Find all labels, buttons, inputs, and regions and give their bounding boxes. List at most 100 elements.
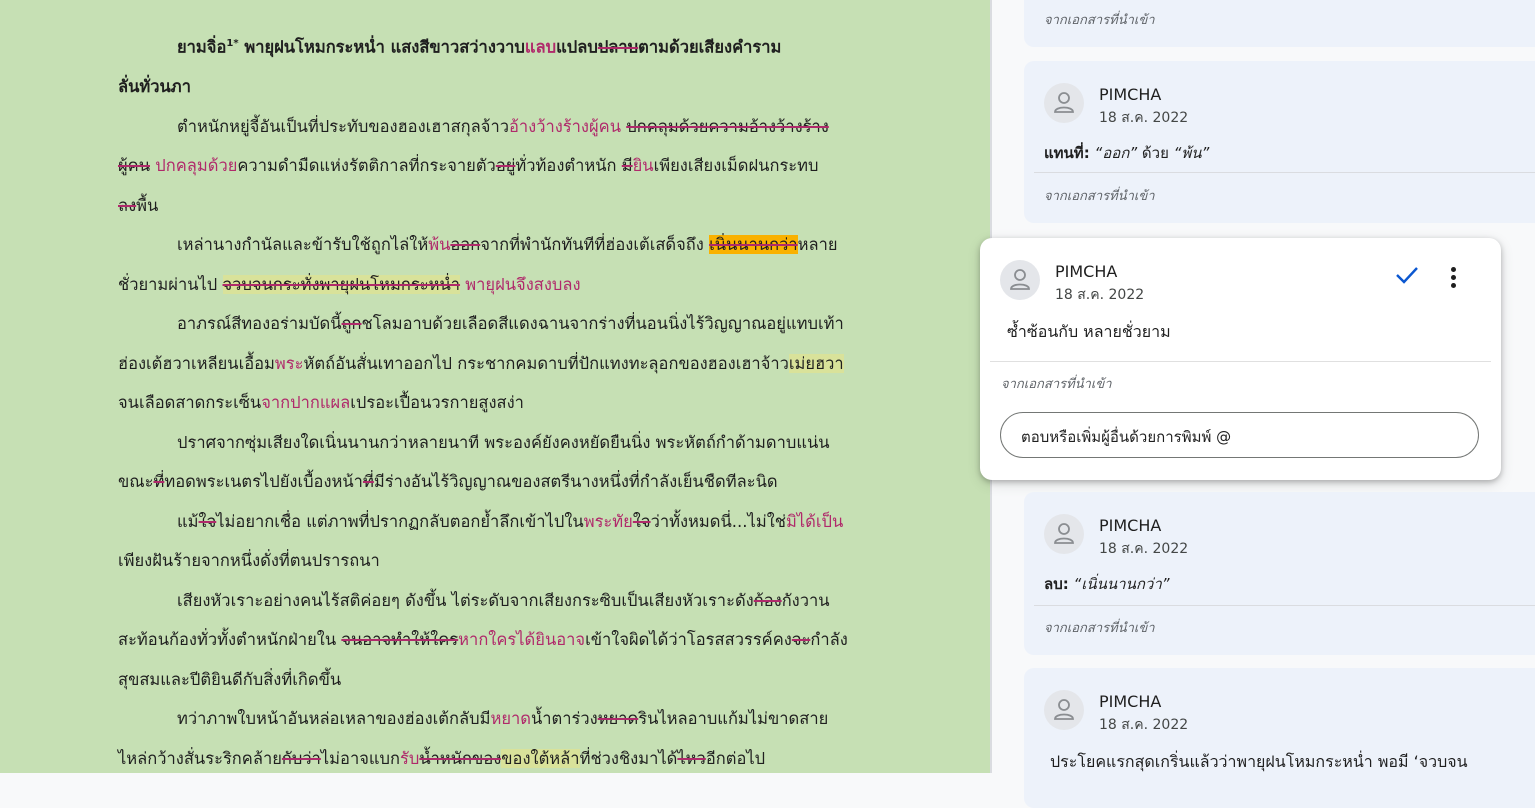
comment-card-2[interactable]: PIMCHA 18 ส.ค. 2022 แทนที่: “ออก” ด้วย “… bbox=[1024, 61, 1535, 223]
active-comment-card[interactable]: PIMCHA 18 ส.ค. 2022 ซ้ำซ้อนกับ หลายชั่วย… bbox=[980, 238, 1501, 480]
suggested-insertion: ยิน bbox=[632, 156, 654, 175]
comment-card-1[interactable]: จากเอกสารที่นำเข้า bbox=[1024, 0, 1535, 47]
suggested-deletion: มี bbox=[621, 156, 633, 175]
text-run: พื้น bbox=[136, 195, 159, 215]
text-run: เข้าใจผิดได้ว่าโอรสสวรรค์คง bbox=[585, 630, 792, 649]
text-run: กำลัง bbox=[810, 630, 848, 649]
suggested-insertion: หากใครได้ยินอาจ bbox=[458, 630, 586, 649]
text-run: เพียงฝันร้ายจากหนึ่งดั่งที่ตนปรารถนา bbox=[118, 551, 380, 570]
text-run: เปรอะเปื้อนวรกายสูงสง่า bbox=[350, 393, 524, 412]
text-run: ตำหนักหยู่จี้อันเป็นที่ประทับของฮองเฮาสก… bbox=[177, 116, 509, 136]
suggested-deletion: หยาด bbox=[597, 709, 639, 728]
comment-date: 18 ส.ค. 2022 bbox=[1055, 287, 1145, 303]
suggested-deletion: ที่ bbox=[153, 472, 165, 491]
document-content[interactable]: ยามจิ่อ1* พายุฝนโหมกระหน่ำ แสงสีขาวสว่าง… bbox=[118, 24, 878, 773]
text-run: ที่ช่วงชิงมาได้ bbox=[579, 748, 678, 768]
suggested-deletion: ก้อง bbox=[753, 590, 782, 610]
suggested-insertion: อ้างว้างร้างผู้คน bbox=[508, 116, 621, 136]
document-line[interactable]: อาภรณ์สีทองอร่ามบัดนี้ถูกชโลมอาบด้วยเลือ… bbox=[118, 304, 878, 344]
suggestion-new: “พ้น” bbox=[1173, 144, 1210, 162]
document-line[interactable]: ผู้คน ปกคลุมด้วยความดำมืดแห่งรัตติกาลที่… bbox=[118, 146, 878, 186]
comment-text: ประโยคแรกสุดเกริ่นแล้วว่าพายุฝนโหมกระหน่… bbox=[1050, 752, 1468, 771]
text-run: มีร่างอันไร้วิญญาณของสตรีนางหนึ่งที่กำลั… bbox=[373, 472, 778, 491]
text-run: หัตถ์อันสั่นเทาออกไป กระชากคมดาบที่ปักแท… bbox=[303, 353, 789, 373]
suggestion-value: “เนิ่นนานกว่า” bbox=[1073, 575, 1170, 593]
document-line[interactable]: ปราศจากซุ่มเสียงใดเนิ่นนานกว่าหลายนาที พ… bbox=[118, 423, 878, 463]
reply-input[interactable]: ตอบหรือเพิ่มผู้อื่นด้วยการพิมพ์ @ bbox=[1000, 412, 1479, 458]
comment-date: 18 ส.ค. 2022 bbox=[1099, 110, 1189, 126]
person-icon bbox=[1054, 92, 1074, 113]
document-line[interactable]: สุขสมและปีติยินดีกับสิ่งที่เกิดขึ้น bbox=[118, 660, 878, 700]
suggestion-label: แทนที่: bbox=[1044, 144, 1090, 162]
text-run: สุขสมและปีติยินดีกับสิ่งที่เกิดขึ้น bbox=[118, 669, 342, 689]
comment-source: จากเอกสารที่นำเข้า bbox=[1044, 13, 1155, 28]
suggested-insertion: พ้น bbox=[428, 235, 451, 254]
suggested-deletion: น้ำหนักของ bbox=[419, 748, 502, 768]
document-line[interactable]: เหล่านางกำนัลและข้ารับใช้ถูกไล่ให้พ้นออก… bbox=[118, 225, 878, 265]
suggested-deletion: ปกคลุมด้วยความอ้างว้างร้าง bbox=[626, 116, 829, 136]
comment-date: 18 ส.ค. 2022 bbox=[1099, 541, 1189, 557]
comment-author: PIMCHA bbox=[1099, 85, 1162, 104]
document-line[interactable]: ทว่าภาพใบหน้าอันหล่อเหลาของฮ่องเต้กลับมี… bbox=[118, 699, 878, 739]
comment-source: จากเอกสารที่นำเข้า bbox=[1001, 377, 1112, 392]
suggested-deletion: ที่ bbox=[362, 472, 374, 491]
text-run: เหล่านางกำนัลและข้ารับใช้ถูกไล่ให้ bbox=[177, 235, 429, 254]
suggested-deletion: อยู่ bbox=[495, 156, 516, 175]
text-run: อีกต่อไป bbox=[705, 748, 766, 768]
text-run: ทั่วท้องตำหนัก bbox=[515, 156, 622, 175]
document-line[interactable]: ยามจิ่อ1* พายุฝนโหมกระหน่ำ แสงสีขาวสว่าง… bbox=[118, 24, 878, 67]
highlighted-text: เม่ยฮวา bbox=[788, 353, 844, 373]
text-run: หลาย bbox=[797, 235, 838, 254]
suggested-deletion: เนิ่นนานกว่า bbox=[709, 235, 798, 254]
document-line[interactable]: ไหล่กว้างสั่นระริกคล้ายกับว่าไม่อาจแบกรั… bbox=[118, 739, 878, 774]
suggested-deletion: ไหว bbox=[677, 748, 706, 768]
footnote-marker: 1* bbox=[226, 38, 239, 49]
document-line[interactable]: ฮ่องเต้ฮวาเหลียนเอื้อมพระหัตถ์อันสั่นเทา… bbox=[118, 344, 878, 384]
divider bbox=[990, 361, 1491, 362]
document-line[interactable]: เพียงฝันร้ายจากหนึ่งดั่งที่ตนปรารถนา bbox=[118, 541, 878, 581]
document-line[interactable]: จนเลือดสาดกระเซ็นจากปากแผลเปรอะเปื้อนวรก… bbox=[118, 383, 878, 423]
comment-text: ซ้ำซ้อนกับ หลายชั่วยาม bbox=[1007, 322, 1171, 341]
suggestion-delete: ลบ: “เนิ่นนานกว่า” bbox=[1044, 572, 1170, 596]
comment-card-5[interactable]: PIMCHA 18 ส.ค. 2022 ประโยคแรกสุดเกริ่นแล… bbox=[1024, 668, 1535, 808]
suggested-deletion: จวบจนกระทั่งพายุฝนโหมกระหน่ำ bbox=[222, 274, 461, 294]
text-run: ทอดพระเนตรไปยังเบื้องหน้า bbox=[164, 472, 363, 491]
comment-author: PIMCHA bbox=[1055, 262, 1118, 281]
suggested-deletion: ผู้คน bbox=[118, 156, 150, 175]
text-run: ลั่นทั่วนภา bbox=[118, 77, 191, 96]
text-run: สะท้อนก้องทั่วทั้งตำหนักฝ่ายใน bbox=[118, 630, 342, 649]
text-run: กลับมี bbox=[449, 709, 491, 728]
suggested-insertion: แลบ bbox=[524, 37, 557, 57]
text-run: ชโลมอาบด้วยเลือดสีแดงฉานจากร่างที่นอนนิ่… bbox=[361, 314, 844, 333]
document-line[interactable]: เสียงหัวเราะอย่างคนไร้สติค่อยๆ ดังขึ้น ไ… bbox=[118, 581, 878, 621]
text-run: อาภรณ์สีทองอร่ามบัดนี้ bbox=[177, 314, 342, 333]
suggested-deletion: ใจ bbox=[632, 511, 651, 531]
check-icon bbox=[1396, 267, 1418, 284]
text-run: เสียงหัวเราะอย่างคนไร้สติค่อยๆ ดังขึ้น ไ… bbox=[177, 590, 754, 610]
comment-source: จากเอกสารที่นำเข้า bbox=[1044, 189, 1155, 204]
resolve-button[interactable] bbox=[1395, 265, 1419, 289]
text-run: ทว่าภาพใบหน้าอันหล่อเหลาของฮ่องเต้ bbox=[177, 709, 449, 728]
comment-card-4[interactable]: PIMCHA 18 ส.ค. 2022 ลบ: “เนิ่นนานกว่า” จ… bbox=[1024, 492, 1535, 655]
text-run: แปลบ bbox=[556, 37, 598, 57]
comment-author: PIMCHA bbox=[1099, 692, 1162, 711]
avatar bbox=[1044, 514, 1084, 554]
suggestion-label: ลบ: bbox=[1044, 575, 1069, 593]
suggested-deletion: จะ bbox=[791, 630, 811, 649]
document-line[interactable]: ชั่วยามผ่านไป จวบจนกระทั่งพายุฝนโหมกระหน… bbox=[118, 265, 878, 305]
document-page[interactable]: ยามจิ่อ1* พายุฝนโหมกระหน่ำ แสงสีขาวสว่าง… bbox=[0, 0, 990, 773]
more-options-button[interactable] bbox=[1450, 267, 1458, 291]
document-line[interactable]: ลงพื้น bbox=[118, 186, 878, 226]
text-run: ตามด้วยเสียงคำราม bbox=[638, 37, 782, 57]
person-icon bbox=[1010, 269, 1030, 290]
suggested-deletion: ใจ bbox=[198, 511, 217, 531]
text-run: ว่าทั้งหมดนี่...ไม่ใช่ bbox=[650, 511, 786, 531]
document-line[interactable]: สะท้อนก้องทั่วทั้งตำหนักฝ่ายใน จนอาจทำให… bbox=[118, 620, 878, 660]
document-line[interactable]: แม้ใจไม่อยากเชื่อ แต่ภาพที่ปรากฏกลับตอกย… bbox=[118, 502, 878, 542]
comment-source: จากเอกสารที่นำเข้า bbox=[1044, 621, 1155, 636]
suggested-deletion: จนอาจทำให้ใคร bbox=[341, 630, 459, 649]
avatar bbox=[1000, 260, 1040, 300]
document-line[interactable]: ตำหนักหยู่จี้อันเป็นที่ประทับของฮองเฮาสก… bbox=[118, 107, 878, 147]
document-line[interactable]: ขณะที่ทอดพระเนตรไปยังเบื้องหน้าที่มีร่าง… bbox=[118, 462, 878, 502]
document-line[interactable]: ลั่นทั่วนภา bbox=[118, 67, 878, 107]
